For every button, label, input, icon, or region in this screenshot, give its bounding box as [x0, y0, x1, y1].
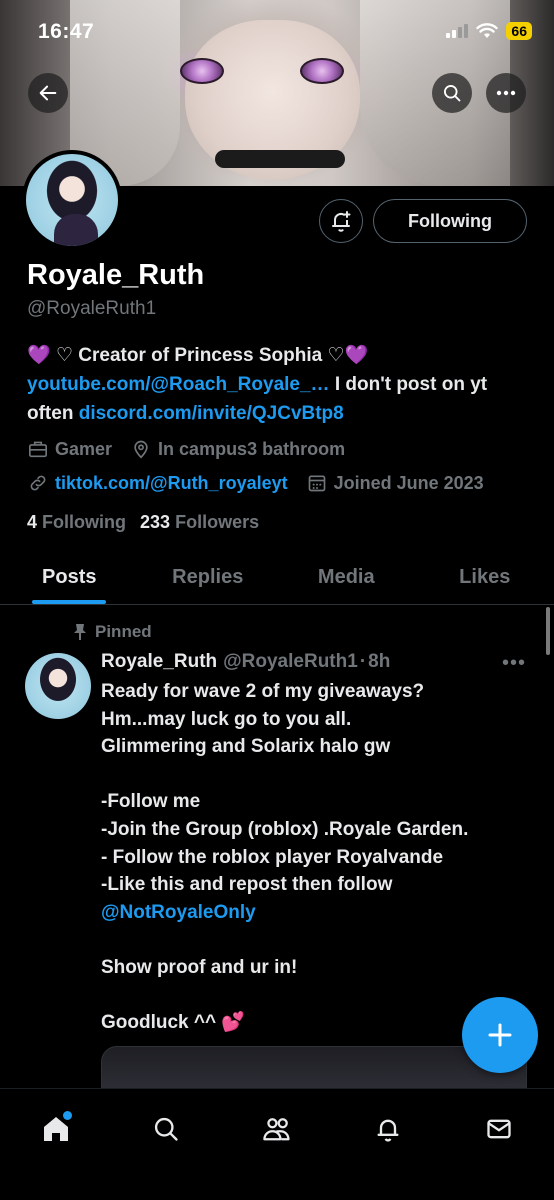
heart-outline: ♡ [55, 345, 73, 366]
nav-communities[interactable] [257, 1109, 297, 1149]
scrollbar[interactable] [546, 607, 550, 655]
pinned-indicator: Pinned [73, 622, 152, 642]
post-separator: · [359, 651, 367, 672]
pinned-label: Pinned [95, 622, 152, 641]
status-time: 16:47 [38, 20, 95, 43]
briefcase-icon [27, 438, 49, 460]
website-link[interactable]: tiktok.com/@Ruth_royaleyt [55, 473, 288, 494]
post-time: 8h [368, 651, 391, 672]
post-mention-link[interactable]: @NotRoyaleOnly [101, 902, 256, 923]
status-icons: 66 [446, 22, 532, 40]
search-icon [444, 85, 461, 102]
more-button[interactable] [486, 73, 526, 113]
profile-handle: @RoyaleRuth1 [27, 298, 157, 319]
bell-plus-icon [332, 211, 351, 232]
search-button[interactable] [432, 73, 472, 113]
nav-home[interactable] [36, 1109, 76, 1149]
bio-creator-text: Creator of Princess Sophia [78, 345, 323, 366]
nav-messages[interactable] [479, 1109, 519, 1149]
status-bar: 16:47 66 [0, 0, 554, 62]
two-hearts-emoji: 💕 [221, 1012, 246, 1034]
bio-line-2: youtube.com/@Roach_Royale_… I don't post… [27, 370, 527, 428]
purple-heart-emoji: 💜 [344, 345, 369, 366]
profile-bio: 💜 ♡ Creator of Princess Sophia ♡💜 youtub… [27, 341, 527, 428]
bottom-navigation [0, 1088, 554, 1200]
follow-counts: 4 Following 233 Followers [27, 512, 259, 533]
search-icon [154, 1117, 178, 1141]
home-notification-dot [63, 1111, 72, 1120]
communities-icon [263, 1118, 290, 1141]
back-button[interactable] [28, 73, 68, 113]
calendar-icon [306, 472, 328, 494]
tab-media[interactable]: Media [277, 550, 416, 604]
post-text: Ready for wave 2 of my giveaways? Hm...m… [101, 678, 531, 1037]
notifications-toggle-button[interactable] [319, 199, 363, 243]
bio-line-1: 💜 ♡ Creator of Princess Sophia ♡💜 [27, 341, 527, 370]
following-button[interactable]: Following [373, 199, 527, 243]
heart-outline: ♡ [327, 345, 345, 366]
tab-replies[interactable]: Replies [139, 550, 278, 604]
discord-link[interactable]: discord.com/invite/QJCvBtp8 [79, 403, 344, 424]
followers-count-link[interactable]: 233 Followers [140, 512, 259, 533]
arrow-left-icon [39, 85, 57, 101]
post-author-handle[interactable]: @RoyaleRuth1 [223, 651, 358, 673]
tab-posts[interactable]: Posts [0, 550, 139, 604]
profile-name: Royale_Ruth [27, 259, 205, 291]
profile-tabs: Posts Replies Media Likes [0, 550, 554, 605]
wifi-icon [476, 23, 499, 38]
cellular-signal-icon [446, 24, 469, 38]
purple-heart-emoji: 💜 [27, 345, 51, 366]
post-body: Ready for wave 2 of my giveaways? Hm...m… [101, 681, 469, 896]
post-author-avatar[interactable] [25, 653, 91, 719]
joined-date: Joined June 2023 [333, 472, 484, 493]
profile-location: In campus3 bathroom [158, 438, 346, 459]
profile-meta-row-1: Gamer In campus3 bathroom [27, 438, 345, 460]
youtube-link[interactable]: youtube.com/@Roach_Royale_… [27, 374, 330, 395]
post-closing: Show proof and ur in! Goodluck ^^ [101, 956, 298, 1034]
profile-category: Gamer [55, 438, 113, 459]
pin-icon [74, 624, 86, 640]
nav-search[interactable] [146, 1109, 186, 1149]
plus-icon [488, 1023, 512, 1047]
more-horizontal-icon [496, 90, 516, 96]
post-author-name[interactable]: Royale_Ruth [101, 651, 217, 673]
tab-likes[interactable]: Likes [416, 550, 554, 604]
location-icon [130, 438, 152, 460]
battery-indicator: 66 [506, 22, 532, 40]
profile-avatar[interactable] [22, 150, 122, 250]
profile-meta-row-2: tiktok.com/@Ruth_royaleyt Joined June 20… [27, 472, 484, 494]
messages-icon [487, 1119, 511, 1139]
post-header: Royale_Ruth @RoyaleRuth1 · 8h [101, 651, 390, 673]
nav-notifications[interactable] [368, 1109, 408, 1149]
following-count-link[interactable]: 4 Following [27, 512, 126, 533]
link-icon [27, 472, 49, 494]
post-more-icon[interactable]: ••• [502, 652, 526, 675]
notifications-icon [377, 1119, 399, 1142]
compose-button[interactable] [462, 997, 538, 1073]
